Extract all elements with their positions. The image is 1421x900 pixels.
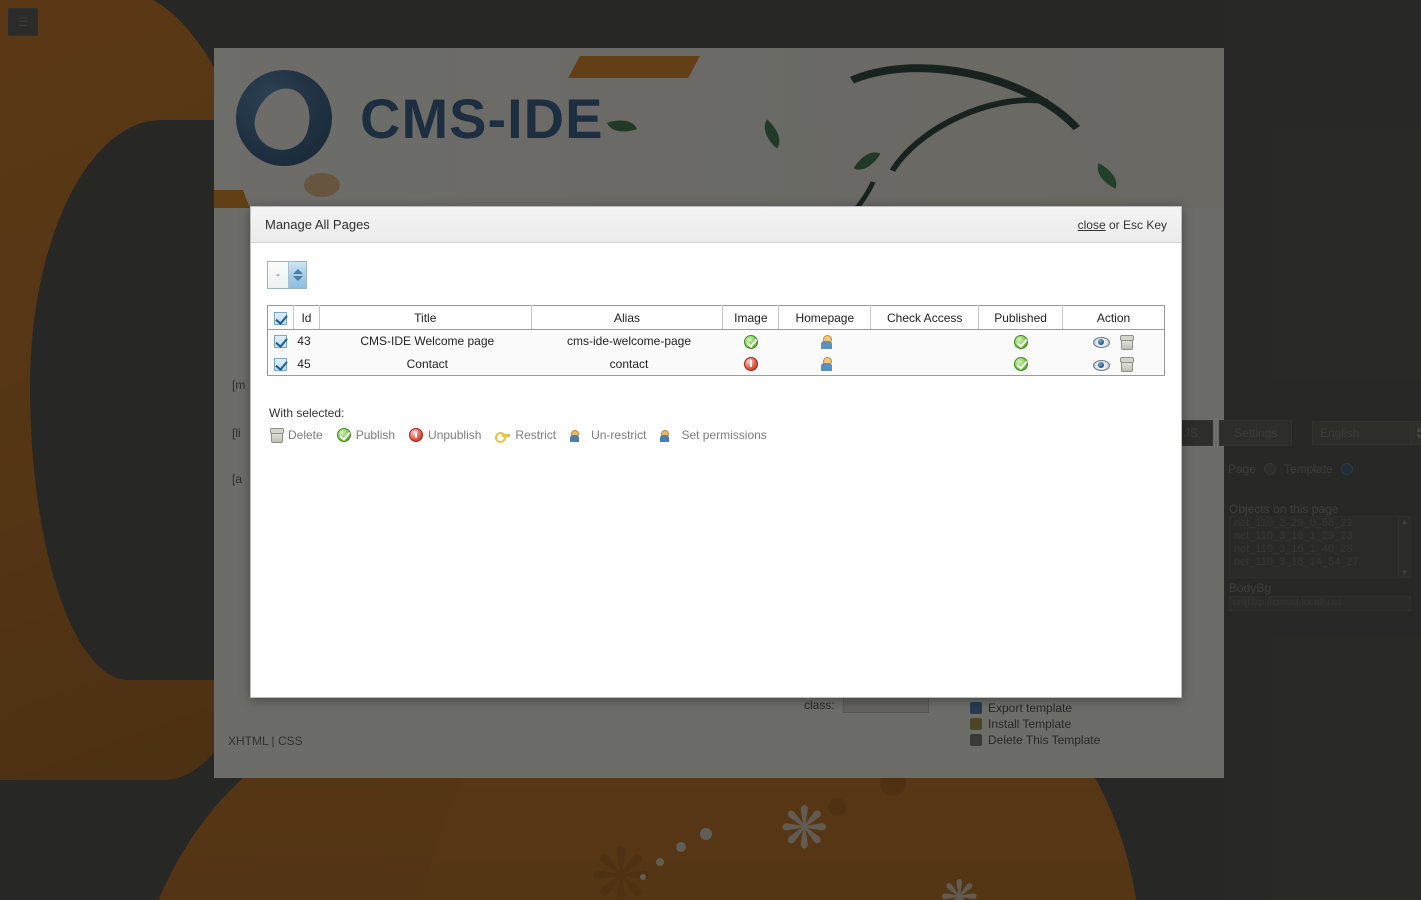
- column-header-action[interactable]: Action: [1062, 305, 1165, 330]
- row-published-status[interactable]: [978, 352, 1063, 376]
- select-all-header[interactable]: [267, 305, 294, 330]
- table-header-row: Id Title Alias Image Homepage Check Acce…: [267, 305, 1165, 330]
- close-link[interactable]: close: [1078, 218, 1106, 232]
- modal-body: - Id Title Alias Image Homepage Check Ac…: [251, 243, 1181, 443]
- bulk-action-publish[interactable]: Publish: [336, 428, 396, 442]
- check-icon: [336, 428, 351, 442]
- bulk-action-restrict-label: Restrict: [515, 428, 557, 442]
- row-homepage-status[interactable]: [778, 329, 871, 353]
- users-icon: [817, 334, 833, 349]
- pages-table: Id Title Alias Image Homepage Check Acce…: [267, 305, 1165, 376]
- row-check-access[interactable]: [870, 352, 979, 376]
- preview-eye-icon[interactable]: [1093, 335, 1111, 349]
- table-row[interactable]: 43 CMS-IDE Welcome page cms-ide-welcome-…: [267, 329, 1165, 353]
- bulk-action-set-permissions[interactable]: Set permissions: [660, 428, 767, 442]
- column-header-alias[interactable]: Alias: [531, 305, 724, 330]
- with-selected-label: With selected:: [269, 406, 345, 420]
- close-suffix: or Esc Key: [1105, 217, 1167, 232]
- column-header-title[interactable]: Title: [319, 305, 532, 330]
- check-icon: [1013, 334, 1028, 349]
- row-image-status[interactable]: [722, 329, 779, 353]
- row-title[interactable]: Contact: [319, 352, 532, 376]
- column-header-id[interactable]: Id: [293, 305, 320, 330]
- users-alt-icon: [660, 428, 676, 442]
- row-id: 45: [293, 352, 320, 376]
- row-published-status[interactable]: [978, 329, 1063, 353]
- users-icon: [570, 428, 586, 442]
- users-icon: [817, 357, 833, 372]
- bulk-action-publish-label: Publish: [355, 428, 396, 442]
- bulk-action-unrestrict[interactable]: Un-restrict: [570, 428, 646, 442]
- bulk-action-restrict[interactable]: Restrict: [495, 428, 557, 443]
- modal-header: Manage All Pages close or Esc Key: [251, 207, 1181, 243]
- row-actions[interactable]: [1062, 329, 1165, 353]
- row-checkbox-cell[interactable]: [267, 329, 294, 353]
- row-title[interactable]: CMS-IDE Welcome page: [319, 329, 532, 353]
- column-header-check-access[interactable]: Check Access: [870, 305, 980, 330]
- bulk-action-list: Delete Publish Unpublish Restrict Un-res: [269, 428, 1165, 443]
- column-header-image[interactable]: Image: [722, 305, 780, 330]
- page-count-value[interactable]: -: [268, 262, 289, 288]
- stop-icon: [743, 357, 758, 372]
- delete-trash-icon[interactable]: [1119, 357, 1135, 373]
- row-alias: contact: [531, 352, 723, 376]
- row-checkbox[interactable]: [274, 335, 288, 349]
- bulk-action-unpublish-label: Unpublish: [428, 428, 482, 442]
- manage-all-pages-modal: Manage All Pages close or Esc Key - Id T…: [250, 206, 1182, 698]
- row-homepage-status[interactable]: [778, 352, 871, 376]
- delete-trash-icon[interactable]: [1119, 334, 1135, 350]
- column-header-published[interactable]: Published: [978, 305, 1064, 330]
- chevron-up-icon[interactable]: [292, 269, 303, 274]
- check-icon: [743, 334, 758, 349]
- row-checkbox-cell[interactable]: [267, 352, 294, 376]
- row-id: 43: [293, 329, 320, 353]
- page-count-stepper[interactable]: -: [267, 261, 307, 289]
- row-checkbox[interactable]: [274, 357, 288, 371]
- modal-title: Manage All Pages: [265, 217, 370, 232]
- bulk-action-delete-label: Delete: [288, 428, 323, 442]
- chevron-down-icon[interactable]: [292, 276, 303, 281]
- check-icon: [1013, 357, 1028, 372]
- column-header-homepage[interactable]: Homepage: [778, 305, 872, 330]
- row-actions[interactable]: [1062, 352, 1165, 376]
- preview-eye-icon[interactable]: [1093, 358, 1111, 371]
- stop-icon: [409, 428, 424, 442]
- pages-table-body: 43 CMS-IDE Welcome page cms-ide-welcome-…: [267, 329, 1165, 376]
- modal-close-area: close or Esc Key: [1078, 218, 1167, 232]
- bulk-action-unpublish[interactable]: Unpublish: [409, 428, 481, 442]
- select-all-checkbox[interactable]: [273, 311, 287, 325]
- row-image-status[interactable]: [722, 352, 779, 376]
- row-check-access[interactable]: [870, 329, 979, 353]
- pages-table-head: Id Title Alias Image Homepage Check Acce…: [267, 305, 1165, 330]
- bulk-action-set-permissions-label: Set permissions: [681, 428, 767, 442]
- with-selected-section: With selected: Delete Publish Unpublish …: [269, 406, 1165, 443]
- row-alias: cms-ide-welcome-page: [531, 329, 723, 353]
- table-row[interactable]: 45 Contact contact: [267, 352, 1165, 376]
- key-icon: [495, 429, 511, 443]
- bulk-action-delete[interactable]: Delete: [269, 428, 323, 443]
- page-count-stepper-buttons[interactable]: [289, 262, 306, 288]
- bulk-action-unrestrict-label: Un-restrict: [591, 428, 647, 442]
- trash-icon: [269, 428, 284, 443]
